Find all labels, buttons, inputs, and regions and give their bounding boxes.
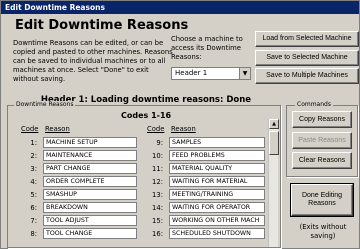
- reason-field[interactable]: WAITING FOR OPERATOR: [169, 202, 265, 213]
- code-label: 2:: [30, 152, 37, 160]
- reason-field[interactable]: MAINTENANCE: [43, 150, 137, 161]
- reason-field[interactable]: SMASHUP: [43, 189, 137, 200]
- machine-select[interactable]: Header 1 ▼: [171, 67, 251, 80]
- code-label: 6:: [30, 204, 37, 212]
- reason-field[interactable]: WORKING ON OTHER MACH: [169, 215, 265, 226]
- code-label: 1:: [30, 139, 37, 147]
- window-title: Edit Downtime Reasons: [1, 1, 359, 14]
- reason-field[interactable]: MEETING/TRAINING: [169, 189, 265, 200]
- edit-downtime-reasons-dialog: Edit Downtime Reasons Edit Downtime Reas…: [0, 0, 360, 249]
- reason-field[interactable]: SCHEDULED SHUTDOWN: [169, 228, 265, 239]
- chevron-down-icon[interactable]: ▼: [239, 68, 250, 79]
- reason-field[interactable]: PART CHANGE: [43, 163, 137, 174]
- code-column-header: Code: [21, 125, 39, 133]
- reason-column-header: Reason: [171, 125, 196, 133]
- reason-field[interactable]: MATERIAL QUALITY: [169, 163, 265, 174]
- reason-field[interactable]: BREAKDOWN: [43, 202, 137, 213]
- reason-field[interactable]: WAITING FOR MATERIAL: [169, 176, 265, 187]
- codes-range-title: Codes 1-16: [121, 111, 172, 120]
- code-column-header: Code: [147, 125, 165, 133]
- instructions-text: Downtime Reasons can be edited, or can b…: [13, 39, 173, 83]
- clear-reasons-button[interactable]: Clear Reasons: [292, 152, 352, 169]
- reason-field[interactable]: ORDER COMPLETE: [43, 176, 137, 187]
- code-label: 10:: [152, 152, 163, 160]
- machine-select-value: Header 1: [175, 69, 208, 77]
- code-label: 14:: [152, 204, 163, 212]
- code-label: 4:: [30, 178, 37, 186]
- reason-field[interactable]: MACHINE SETUP: [43, 137, 137, 148]
- machine-select-label: Choose a machine to access its Downtime …: [171, 35, 243, 61]
- commands-group-label: Commands: [295, 101, 333, 109]
- copy-reasons-button[interactable]: Copy Reasons: [292, 111, 352, 128]
- code-label: 11:: [152, 165, 163, 173]
- code-label: 13:: [152, 191, 163, 199]
- reason-column-header: Reason: [45, 125, 70, 133]
- code-label: 12:: [152, 178, 163, 186]
- group-label: Downtime Reasons: [14, 101, 76, 109]
- done-editing-button[interactable]: Done Editing Reasons: [290, 183, 354, 217]
- page-title: Edit Downtime Reasons: [15, 18, 189, 33]
- scroll-up-icon[interactable]: ▲: [269, 119, 279, 129]
- reasons-scrollbar[interactable]: ▲: [268, 119, 279, 247]
- code-label: 3:: [30, 165, 37, 173]
- code-label: 8:: [30, 230, 37, 238]
- code-label: 9:: [156, 139, 163, 147]
- code-label: 7:: [30, 217, 37, 225]
- code-label: 16:: [152, 230, 163, 238]
- reason-field[interactable]: FEED PROBLEMS: [169, 150, 265, 161]
- load-from-machine-button[interactable]: Load from Selected Machine: [255, 31, 359, 47]
- paste-reasons-button[interactable]: Paste Reasons: [292, 132, 352, 149]
- scroll-thumb[interactable]: [269, 131, 279, 155]
- code-label: 5:: [30, 191, 37, 199]
- reason-field[interactable]: SAMPLES: [169, 137, 265, 148]
- save-to-selected-button[interactable]: Save to Selected Machine: [255, 50, 359, 66]
- save-to-multiple-button[interactable]: Save to Multiple Machines: [255, 68, 359, 84]
- code-label: 15:: [152, 217, 163, 225]
- reason-field[interactable]: TOOL CHANGE: [43, 228, 137, 239]
- reason-field[interactable]: TOOL ADJUST: [43, 215, 137, 226]
- exit-note: (Exits without saving): [299, 223, 347, 240]
